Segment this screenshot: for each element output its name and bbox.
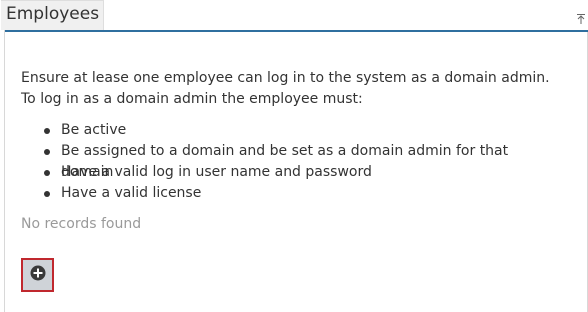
panel-title: Employees [1, 0, 104, 30]
list-item: Have a valid license [43, 183, 561, 204]
collapse-up-icon[interactable] [576, 10, 586, 24]
list-item: Have a valid log in user name and passwo… [43, 162, 561, 183]
panel-header: Employees [1, 0, 588, 32]
plus-circle-icon [30, 265, 46, 285]
add-record-button[interactable] [21, 258, 54, 292]
empty-state-text: No records found [21, 216, 142, 232]
intro-text: Ensure at lease one employee can log in … [21, 70, 550, 107]
requirements-list: Be active Be assigned to a domain and be… [43, 120, 561, 204]
list-item: Be active [43, 120, 561, 141]
list-item: Be assigned to a domain and be set as a … [43, 141, 561, 180]
panel-body: Ensure at lease one employee can log in … [21, 68, 561, 235]
